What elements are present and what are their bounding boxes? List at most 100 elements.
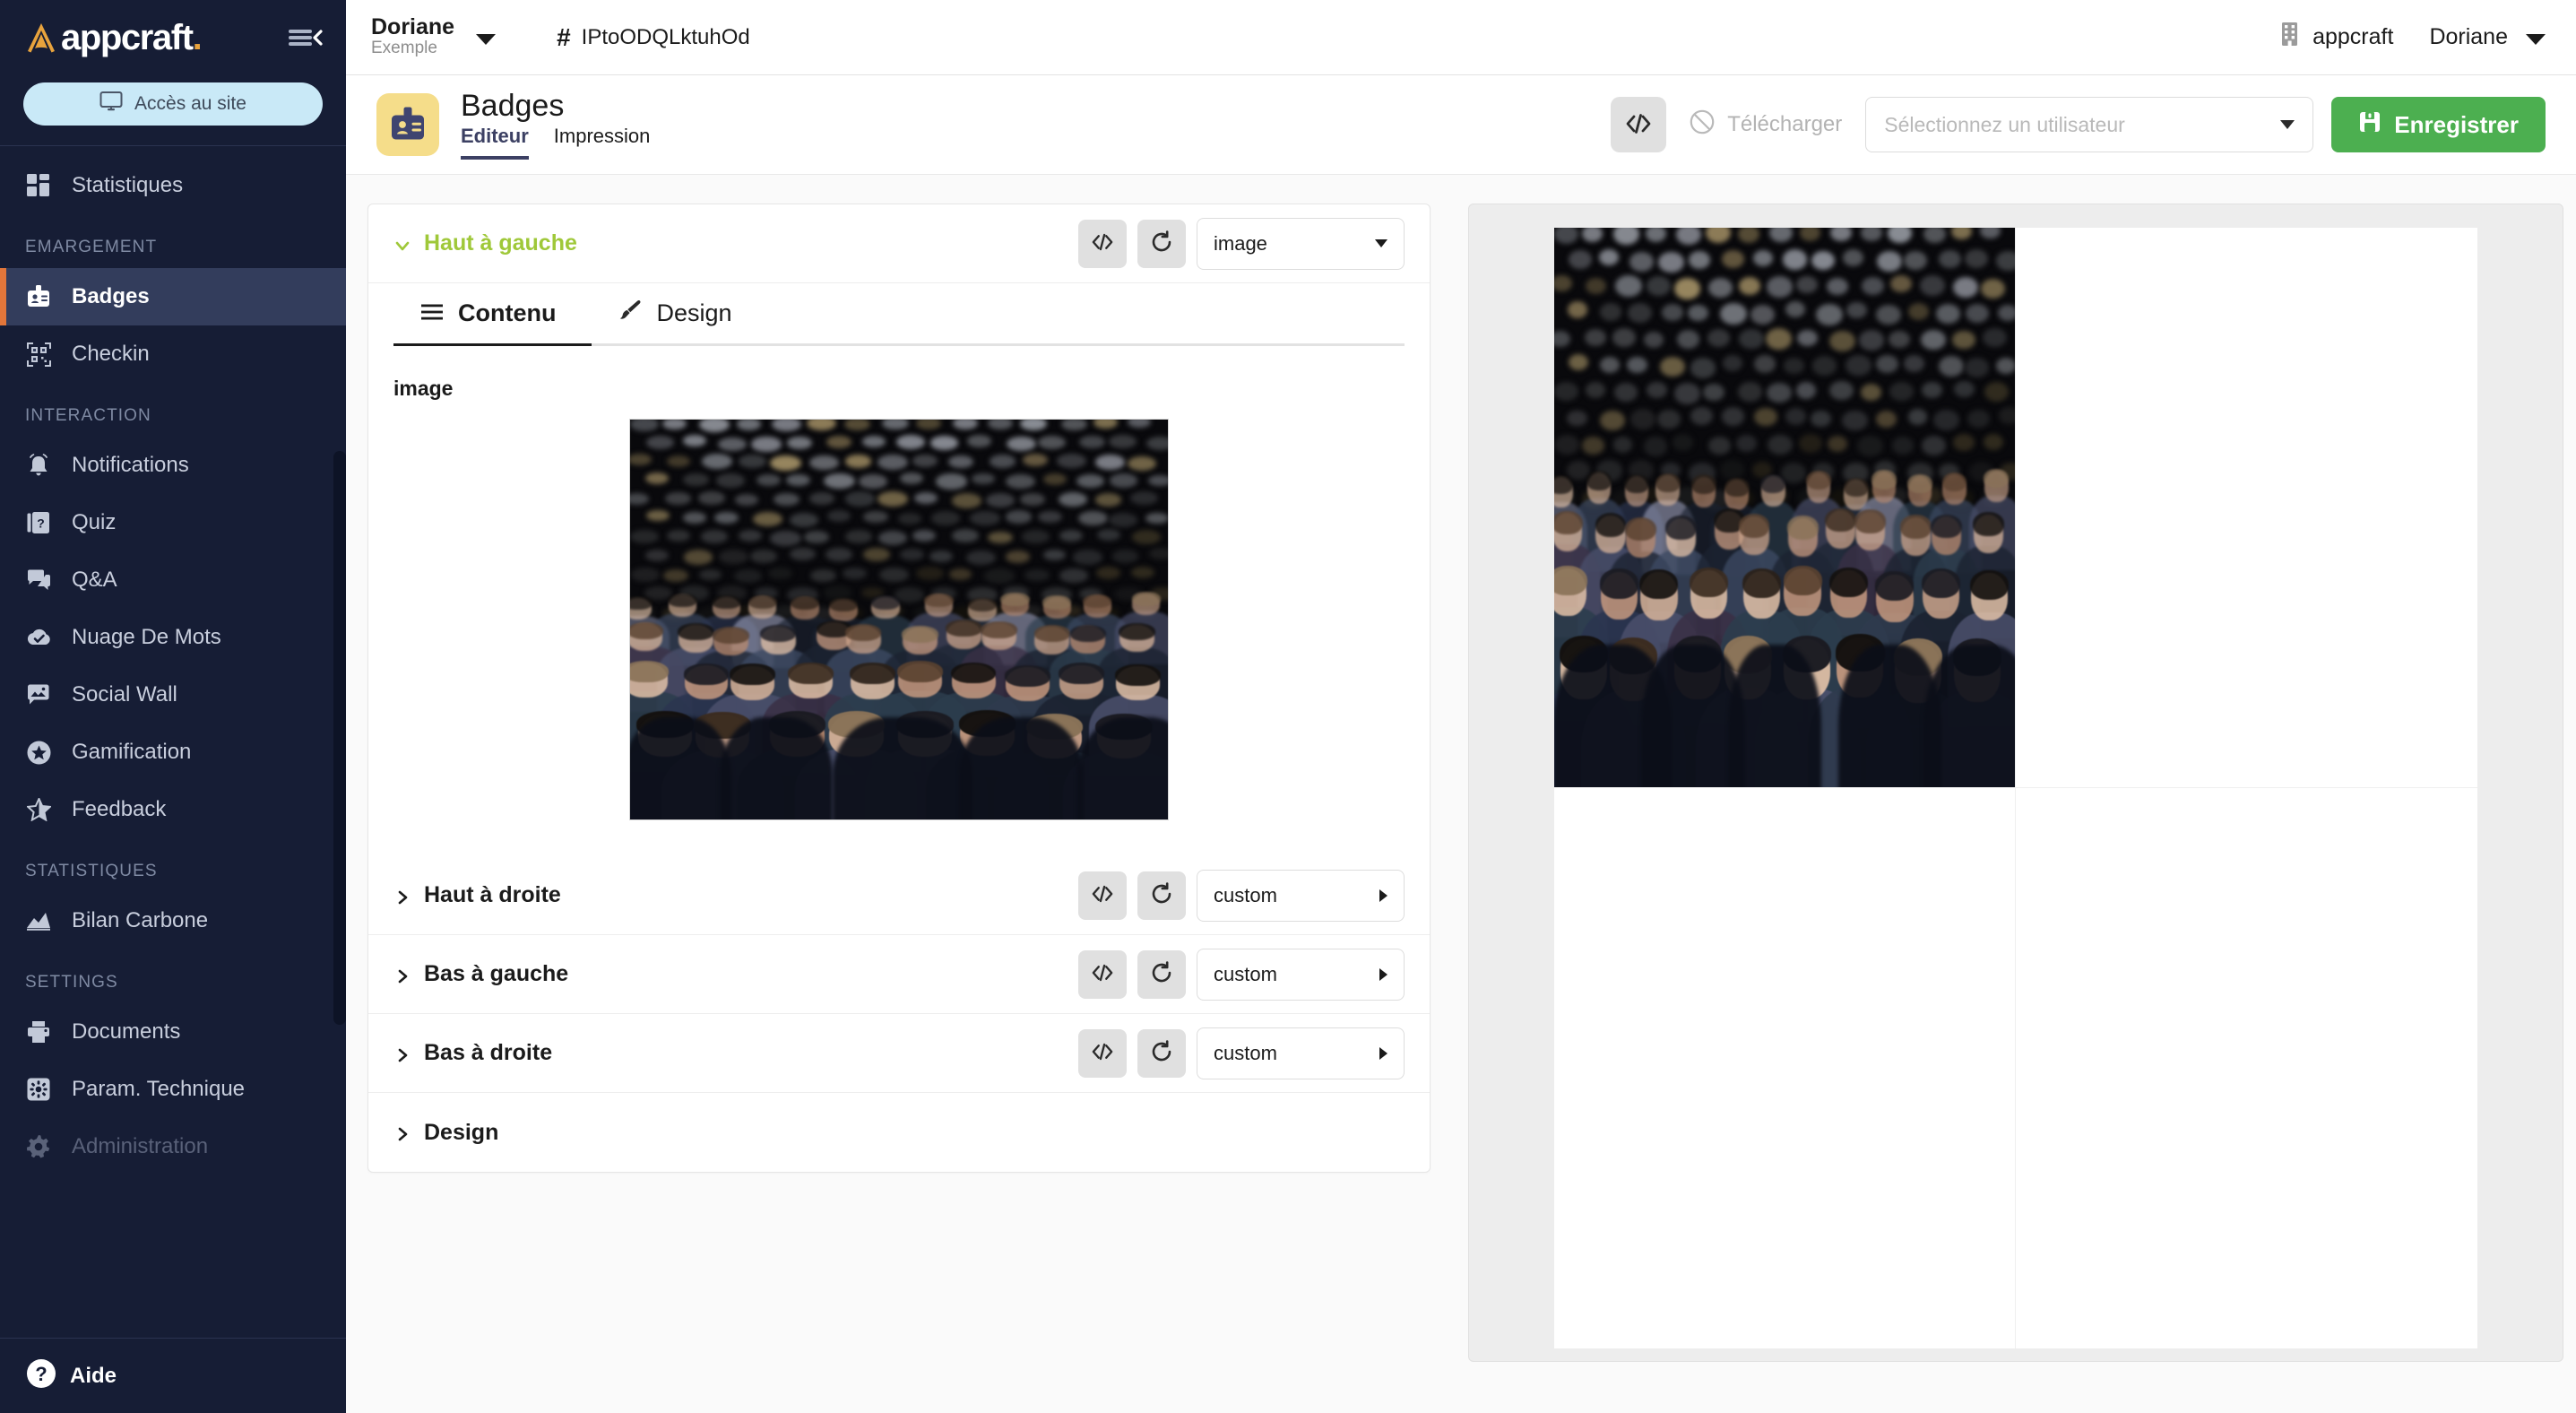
sidebar-item-label: Quiz bbox=[72, 510, 116, 535]
top-bar: Doriane Exemple # IPtoODQLktuhOd appcraf… bbox=[346, 0, 2576, 75]
section-refresh-button[interactable] bbox=[1137, 1029, 1186, 1078]
sidebar-help-footer[interactable]: ? Aide bbox=[0, 1338, 346, 1413]
sidebar-item-label: Checkin bbox=[72, 342, 150, 367]
tab-contenu[interactable]: Contenu bbox=[393, 283, 592, 346]
tab-design[interactable]: Design bbox=[592, 283, 767, 346]
badge-quadrant-top-left[interactable] bbox=[1554, 228, 2016, 788]
sidebar-item-checkin[interactable]: Checkin bbox=[0, 325, 346, 383]
section-code-button[interactable] bbox=[1078, 220, 1127, 268]
page-title: Badges bbox=[461, 90, 650, 123]
section-type-value: custom bbox=[1214, 963, 1379, 986]
section-code-button[interactable] bbox=[1078, 871, 1127, 920]
event-id[interactable]: # IPtoODQLktuhOd bbox=[557, 23, 750, 52]
appcraft-logo-icon bbox=[23, 21, 59, 55]
section-refresh-button[interactable] bbox=[1137, 871, 1186, 920]
crowd-layer bbox=[630, 587, 1168, 819]
badge-quadrant-bottom-left[interactable] bbox=[1554, 788, 2016, 1348]
hash-icon: # bbox=[557, 23, 571, 52]
sidebar-item-label: Nuage De Mots bbox=[72, 625, 221, 650]
user-select[interactable]: Sélectionnez un utilisateur bbox=[1865, 97, 2313, 152]
save-button[interactable]: Enregistrer bbox=[2331, 97, 2546, 152]
sidebar-item-notifications[interactable]: Notifications bbox=[0, 437, 346, 494]
code-view-button[interactable] bbox=[1611, 97, 1666, 152]
monitor-icon bbox=[99, 91, 123, 117]
section-type-select[interactable]: custom bbox=[1197, 870, 1405, 922]
section-type-value: custom bbox=[1214, 884, 1379, 907]
chevron-right-icon bbox=[393, 966, 411, 984]
work-area: Haut à gauche image Contenu Design image… bbox=[346, 175, 2576, 1413]
sidebar-item-param-technique[interactable]: Param. Technique bbox=[0, 1061, 346, 1118]
sidebar-item-feedback[interactable]: Feedback bbox=[0, 781, 346, 838]
chevron-right-icon bbox=[393, 1045, 411, 1062]
collapse-sidebar-icon[interactable] bbox=[287, 24, 323, 51]
refresh-icon bbox=[1150, 882, 1173, 908]
accordion-label: Bas à droite bbox=[424, 1040, 552, 1066]
brand-logo[interactable]: appcraft. bbox=[23, 20, 201, 56]
sidebar-item-label: Badges bbox=[72, 284, 150, 309]
organisation-switcher[interactable]: appcraft bbox=[2280, 22, 2393, 53]
section-code-button[interactable] bbox=[1078, 1029, 1127, 1078]
accordion-title-bas-a-droite[interactable]: Bas à droite bbox=[393, 1040, 552, 1066]
badge-quadrant-bottom-right[interactable] bbox=[2016, 788, 2477, 1348]
download-button[interactable]: Télécharger bbox=[1684, 109, 1847, 141]
sidebar-item-nuage-de-mots[interactable]: Nuage De Mots bbox=[0, 609, 346, 666]
sidebar-item-documents[interactable]: Documents bbox=[0, 1003, 346, 1061]
sidebar-section-settings: SETTINGS bbox=[0, 949, 346, 1003]
accordion-row-bas-a-droite: Bas à droite custom bbox=[368, 1014, 1430, 1093]
image-preview-wrap bbox=[393, 401, 1405, 831]
sidebar-item-label: Statistiques bbox=[72, 173, 183, 198]
sidebar-nav: Statistiques EMARGEMENT Badges Checkin I… bbox=[0, 146, 346, 1338]
accordion-title-haut-a-gauche[interactable]: Haut à gauche bbox=[393, 230, 577, 256]
site-access-button[interactable]: Accès au site bbox=[23, 82, 323, 126]
accordion-title-bas-a-gauche[interactable]: Bas à gauche bbox=[393, 961, 568, 987]
tab-editeur[interactable]: Editeur bbox=[461, 125, 529, 160]
gear-icon bbox=[25, 1133, 52, 1160]
project-switcher[interactable]: Doriane Exemple bbox=[371, 15, 454, 59]
user-menu-label: Doriane bbox=[2429, 24, 2508, 50]
accordion-controls: custom bbox=[1078, 870, 1405, 922]
sidebar-item-label: Documents bbox=[72, 1019, 180, 1045]
sidebar-item-quiz[interactable]: ? Quiz bbox=[0, 494, 346, 551]
accordion-title-haut-a-droite[interactable]: Haut à droite bbox=[393, 882, 561, 908]
building-icon bbox=[2280, 22, 2300, 53]
star-half-icon bbox=[25, 796, 52, 823]
sidebar-item-qa[interactable]: Q&A bbox=[0, 551, 346, 609]
sidebar-item-bilan-carbone[interactable]: Bilan Carbone bbox=[0, 892, 346, 949]
badge-preview-card bbox=[1468, 204, 2563, 1362]
section-type-select[interactable]: custom bbox=[1197, 949, 1405, 1001]
sidebar-item-social-wall[interactable]: Social Wall bbox=[0, 666, 346, 724]
badge-id-icon bbox=[376, 93, 439, 156]
section-refresh-button[interactable] bbox=[1137, 220, 1186, 268]
site-access-label: Accès au site bbox=[134, 93, 246, 115]
sidebar: appcraft. Accès au site Statistiques EMA… bbox=[0, 0, 346, 1413]
tab-impression[interactable]: Impression bbox=[554, 125, 651, 160]
accordion-label: Haut à gauche bbox=[424, 230, 577, 256]
user-menu[interactable]: Doriane bbox=[2429, 24, 2546, 50]
section-type-select[interactable]: image bbox=[1197, 218, 1405, 270]
badge-quadrant-top-right[interactable] bbox=[2016, 228, 2477, 788]
refresh-icon bbox=[1150, 230, 1173, 256]
section-code-button[interactable] bbox=[1078, 950, 1127, 999]
sidebar-access-wrap: Accès au site bbox=[0, 75, 346, 145]
sidebar-item-statistiques[interactable]: Statistiques bbox=[0, 157, 346, 214]
image-preview[interactable] bbox=[629, 419, 1169, 820]
sidebar-item-badges[interactable]: Badges bbox=[0, 268, 346, 325]
user-select-placeholder: Sélectionnez un utilisateur bbox=[1884, 113, 2280, 137]
accordion-title-design[interactable]: Design bbox=[393, 1120, 498, 1146]
brand-name: appcraft. bbox=[61, 20, 201, 56]
page-title-block: Badges Editeur Impression bbox=[461, 90, 650, 160]
accordion-row-bas-a-gauche: Bas à gauche custom bbox=[368, 935, 1430, 1014]
badge-id-icon bbox=[25, 283, 52, 310]
section-refresh-button[interactable] bbox=[1137, 950, 1186, 999]
sidebar-item-administration[interactable]: Administration bbox=[0, 1118, 346, 1175]
caret-down-icon[interactable] bbox=[476, 34, 496, 45]
sidebar-item-label: Gamification bbox=[72, 740, 191, 765]
sidebar-item-gamification[interactable]: Gamification bbox=[0, 724, 346, 781]
refresh-icon bbox=[1150, 961, 1173, 987]
chevron-right-icon bbox=[393, 887, 411, 905]
quiz-card-icon: ? bbox=[25, 509, 52, 536]
chevron-right-icon bbox=[393, 1123, 411, 1141]
sidebar-brand-row: appcraft. bbox=[0, 0, 346, 75]
accordion-controls: image bbox=[1078, 218, 1405, 270]
section-type-select[interactable]: custom bbox=[1197, 1027, 1405, 1079]
